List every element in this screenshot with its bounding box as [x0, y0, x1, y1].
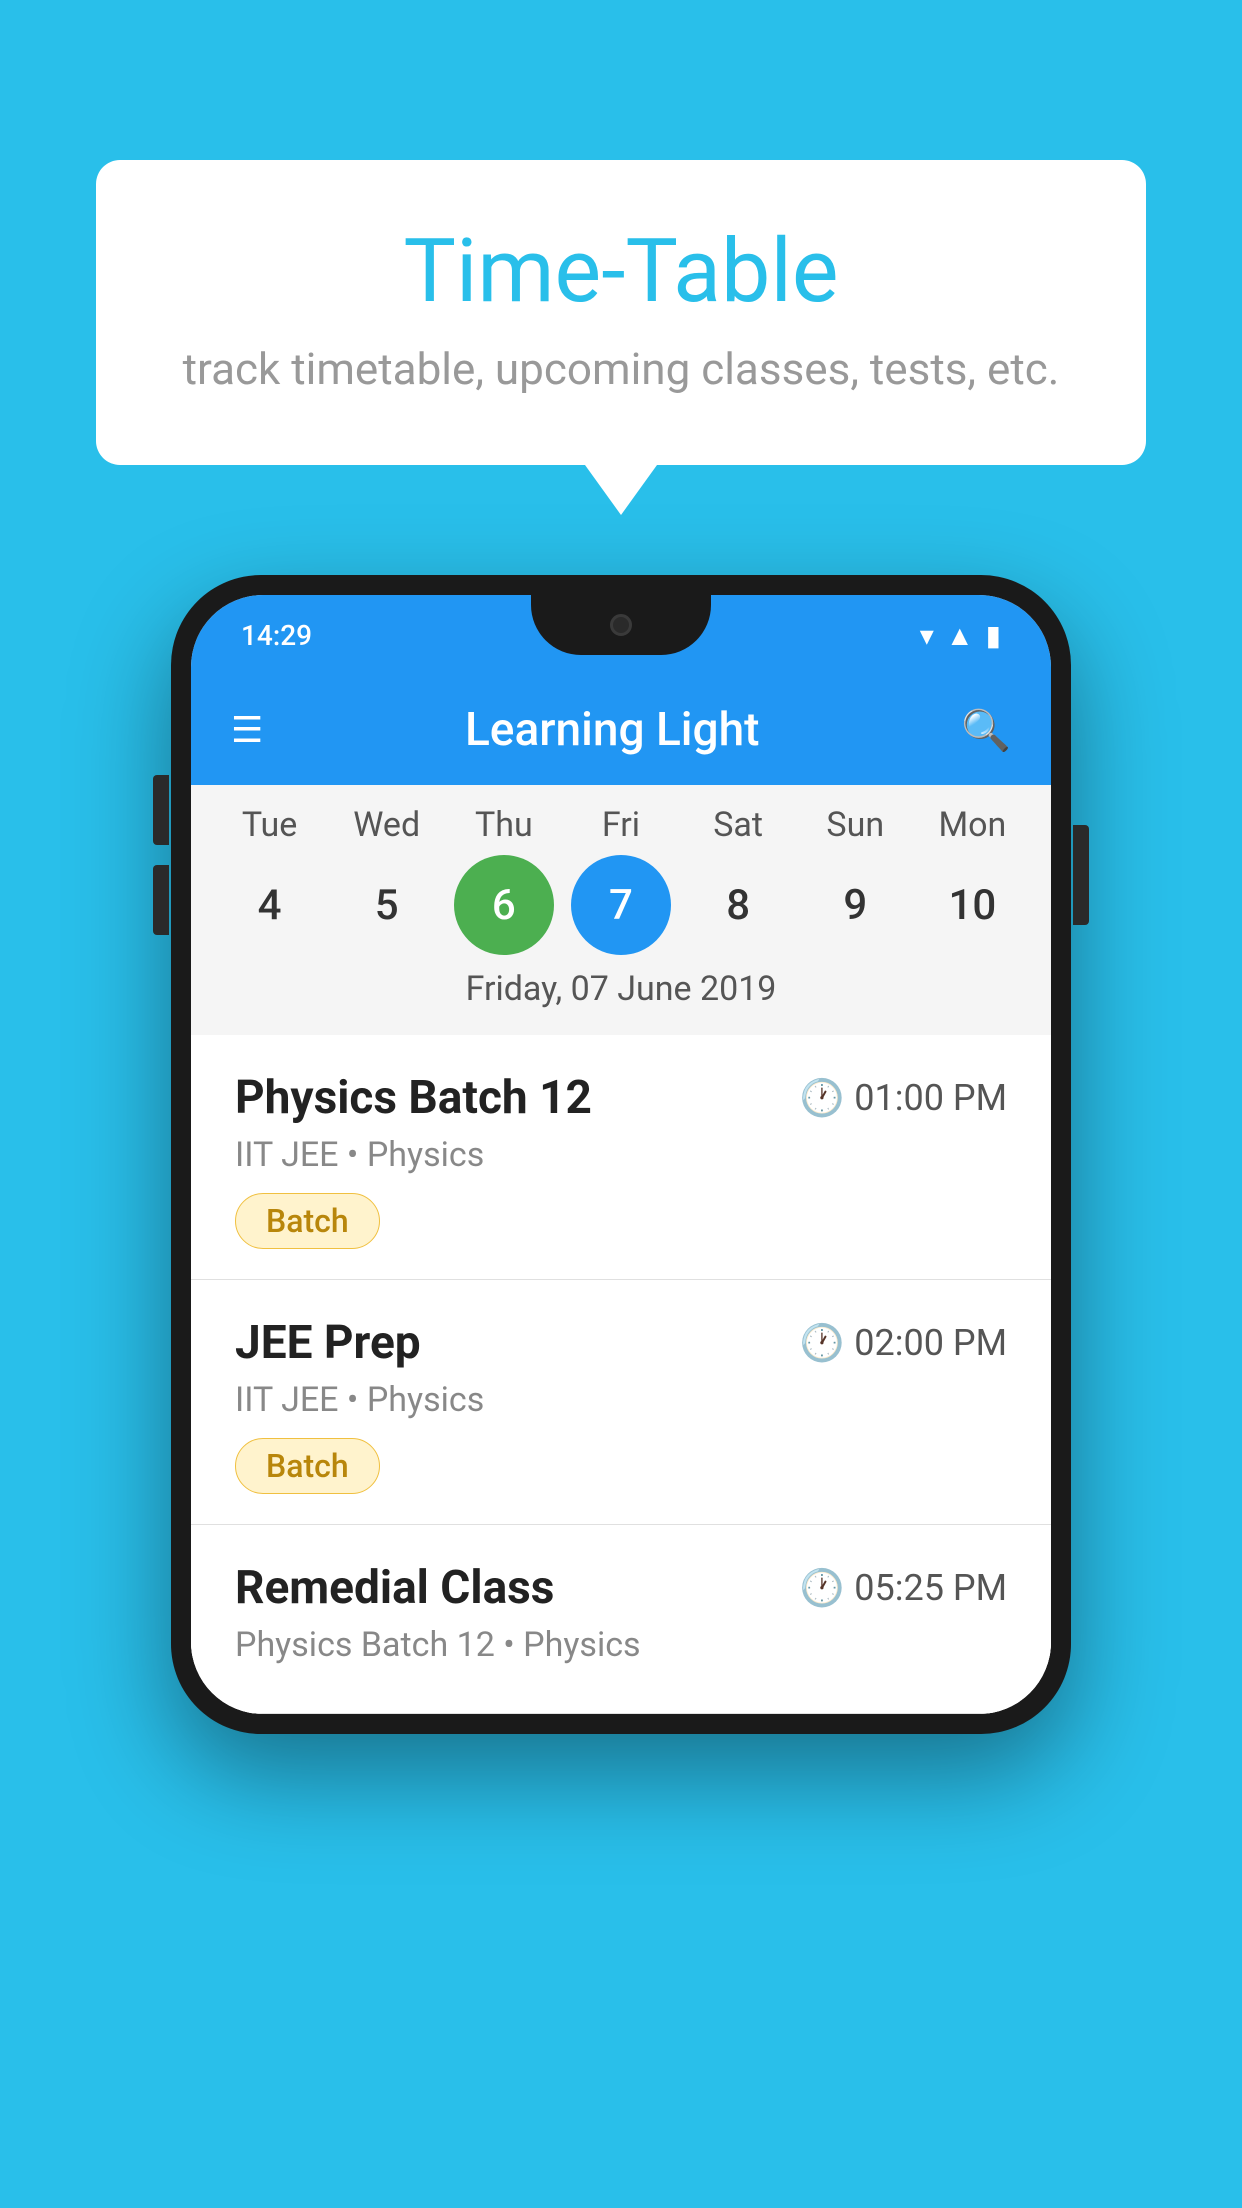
day-fri: Fri	[571, 805, 671, 845]
phone-screen: 14:29 ▾ ▲ ▮ ☰ Learning Light 🔍 Tue	[191, 595, 1051, 1714]
date-7-selected[interactable]: 7	[571, 855, 671, 955]
speech-bubble: Time-Table track timetable, upcoming cla…	[96, 160, 1146, 465]
class-item-2[interactable]: JEE Prep 🕐 02:00 PM IIT JEE • Physics Ba…	[191, 1280, 1051, 1525]
class-time-3: 🕐 05:25 PM	[799, 1567, 1007, 1609]
date-8[interactable]: 8	[688, 855, 788, 955]
class-time-2: 🕐 02:00 PM	[799, 1322, 1007, 1364]
date-6-today[interactable]: 6	[454, 855, 554, 955]
phone-mockup: 14:29 ▾ ▲ ▮ ☰ Learning Light 🔍 Tue	[171, 575, 1071, 1734]
app-bar: ☰ Learning Light 🔍	[191, 675, 1051, 785]
dates-row: 4 5 6 7 8 9 10	[191, 855, 1051, 955]
selected-date-label: Friday, 07 June 2019	[191, 969, 1051, 1025]
signal-icon: ▲	[946, 619, 974, 652]
class-item-header-1: Physics Batch 12 🕐 01:00 PM	[235, 1071, 1007, 1125]
search-icon[interactable]: 🔍	[961, 707, 1011, 754]
date-10[interactable]: 10	[922, 855, 1022, 955]
class-item-1[interactable]: Physics Batch 12 🕐 01:00 PM IIT JEE • Ph…	[191, 1035, 1051, 1280]
volume-down-button[interactable]	[153, 865, 169, 935]
class-name-3: Remedial Class	[235, 1561, 554, 1615]
day-thu: Thu	[454, 805, 554, 845]
days-header: Tue Wed Thu Fri Sat Sun Mon	[191, 805, 1051, 845]
content-area: Physics Batch 12 🕐 01:00 PM IIT JEE • Ph…	[191, 1035, 1051, 1714]
power-button[interactable]	[1073, 825, 1089, 925]
class-meta-2: IIT JEE • Physics	[235, 1380, 1007, 1420]
class-item-header-2: JEE Prep 🕐 02:00 PM	[235, 1316, 1007, 1370]
menu-icon[interactable]: ☰	[231, 709, 263, 751]
clock-icon-1: 🕐	[799, 1077, 844, 1119]
notch	[531, 595, 711, 655]
calendar-strip: Tue Wed Thu Fri Sat Sun Mon 4 5 6 7 8 9 …	[191, 785, 1051, 1035]
wifi-icon: ▾	[920, 619, 934, 652]
class-meta-1: IIT JEE • Physics	[235, 1135, 1007, 1175]
class-meta-3: Physics Batch 12 • Physics	[235, 1625, 1007, 1665]
status-time: 14:29	[241, 619, 312, 652]
class-item-header-3: Remedial Class 🕐 05:25 PM	[235, 1561, 1007, 1615]
day-tue: Tue	[220, 805, 320, 845]
batch-badge-1: Batch	[235, 1193, 380, 1249]
bubble-subtitle: track timetable, upcoming classes, tests…	[176, 343, 1066, 395]
volume-up-button[interactable]	[153, 775, 169, 845]
day-sat: Sat	[688, 805, 788, 845]
day-mon: Mon	[922, 805, 1022, 845]
app-title: Learning Light	[465, 703, 760, 757]
phone-outer: 14:29 ▾ ▲ ▮ ☰ Learning Light 🔍 Tue	[171, 575, 1071, 1734]
date-9[interactable]: 9	[805, 855, 905, 955]
camera	[610, 614, 632, 636]
clock-icon-3: 🕐	[799, 1567, 844, 1609]
clock-icon-2: 🕐	[799, 1322, 844, 1364]
bubble-title: Time-Table	[176, 220, 1066, 323]
bubble-pointer	[585, 465, 657, 515]
date-4[interactable]: 4	[220, 855, 320, 955]
status-bar: 14:29 ▾ ▲ ▮	[191, 595, 1051, 675]
battery-icon: ▮	[986, 619, 1001, 652]
batch-badge-2: Batch	[235, 1438, 380, 1494]
speech-bubble-wrapper: Time-Table track timetable, upcoming cla…	[96, 160, 1146, 515]
class-name-2: JEE Prep	[235, 1316, 421, 1370]
day-wed: Wed	[337, 805, 437, 845]
day-sun: Sun	[805, 805, 905, 845]
class-time-1: 🕐 01:00 PM	[799, 1077, 1007, 1119]
date-5[interactable]: 5	[337, 855, 437, 955]
class-item-3[interactable]: Remedial Class 🕐 05:25 PM Physics Batch …	[191, 1525, 1051, 1714]
status-icons: ▾ ▲ ▮	[920, 619, 1001, 652]
class-name-1: Physics Batch 12	[235, 1071, 592, 1125]
